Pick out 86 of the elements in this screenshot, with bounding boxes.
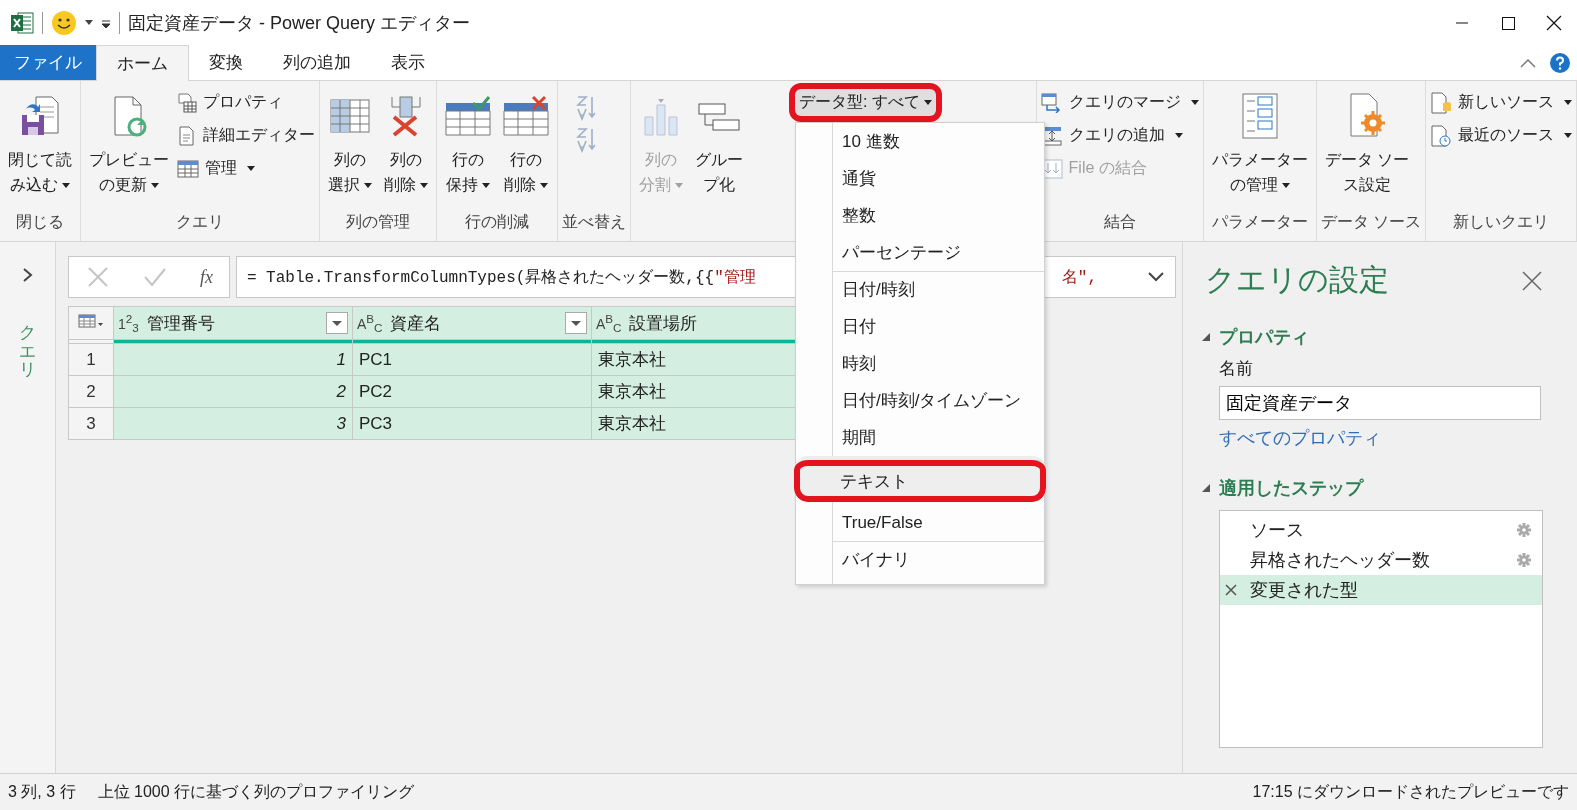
filter-dropdown-icon[interactable] (325, 312, 348, 334)
advanced-editor-icon (177, 125, 197, 146)
save-document-icon (20, 95, 60, 137)
ribbon-button[interactable]: パラメーター の管理 (1207, 89, 1312, 211)
row-number: 2 (68, 375, 114, 408)
status-text: 17:15 にダウンロードされたプレビューです (1252, 781, 1569, 802)
ribbon-button[interactable]: 詳細エディター (177, 122, 315, 149)
group-label: 並べ替え (562, 212, 626, 232)
ribbon-tab[interactable]: 表示 (371, 45, 445, 80)
status-text: 3 列, 3 行 (8, 781, 76, 802)
spreadsheet-app-icon (10, 11, 34, 34)
table-columns-icon (330, 96, 370, 136)
section-heading: 適用したステップ (1219, 477, 1363, 500)
status-text: 上位 1000 行に基づく列のプロファイリング (97, 781, 415, 802)
properties-icon (177, 92, 197, 113)
ribbon-button[interactable]: 最近のソース (1430, 122, 1572, 149)
merge-queries-icon (1040, 92, 1063, 113)
all-properties-link[interactable]: すべてのプロパティ (1219, 426, 1543, 450)
collapse-ribbon-icon[interactable] (1519, 56, 1537, 69)
ribbon-button[interactable]: 新しいソース (1430, 89, 1572, 116)
remove-rows-icon (503, 95, 549, 137)
step-item[interactable]: 昇格されたヘッダー数 (1220, 545, 1542, 575)
column-header[interactable]: A$^{B}$$_{C}$ 資産名 (352, 306, 592, 340)
ribbon-button[interactable]: グルー プ化 (691, 89, 747, 241)
group-label: クエリ (175, 212, 225, 232)
table-cell: PC2 (352, 375, 592, 408)
collapse-triangle-icon[interactable] (1201, 483, 1211, 493)
section-heading: プロパティ (1219, 326, 1309, 349)
close-icon[interactable] (1521, 269, 1543, 292)
table-menu-icon[interactable] (77, 312, 104, 329)
keep-rows-icon (445, 95, 491, 137)
customize-toolbar-icon[interactable] (101, 17, 111, 28)
ribbon-button[interactable]: 管理 (177, 155, 315, 182)
panel-title: クエリの設定 (1205, 262, 1389, 298)
expand-chevron-icon[interactable] (1147, 271, 1165, 283)
ribbon-button[interactable]: 閉じて読 み込む (4, 89, 76, 211)
ribbon-button[interactable]: データ ソー ス設定 (1320, 89, 1413, 211)
table-cell: 2 (113, 375, 353, 408)
menu-item[interactable]: 10 進数 (796, 123, 1044, 160)
table-cell: PC1 (352, 343, 592, 376)
group-label: 閉じる (15, 212, 65, 232)
filter-dropdown-icon[interactable] (564, 312, 587, 334)
step-item[interactable]: 変更された型 (1220, 575, 1542, 605)
row-number: 1 (68, 343, 114, 376)
parameters-icon (1241, 93, 1278, 139)
new-source-icon (1430, 91, 1452, 114)
ribbon-button[interactable]: クエリのマージ (1040, 89, 1199, 116)
group-label: 行の削減 (464, 212, 530, 232)
step-item[interactable]: ソース (1220, 515, 1542, 545)
smiley-icon[interactable] (51, 9, 77, 36)
function-button[interactable]: fx (200, 266, 214, 288)
ribbon-tab[interactable]: 列の追加 (263, 45, 371, 80)
menu-item[interactable]: 通貨 (796, 160, 1044, 197)
table-icon (177, 159, 199, 178)
group-label: パラメーター (1210, 212, 1309, 232)
name-field[interactable]: 固定資産データ (1219, 386, 1541, 420)
ribbon-button[interactable]: 列の 削除 (380, 89, 432, 211)
table-cell: PC3 (352, 407, 592, 440)
group-label: 結合 (1102, 212, 1137, 232)
field-label: 名前 (1219, 358, 1254, 380)
file-tab[interactable]: ファイル (0, 45, 96, 80)
menu-item[interactable]: テキスト (794, 456, 1046, 502)
window-title: 固定資産データ - Power Query エディター (128, 11, 471, 35)
table-cell: 1 (113, 343, 353, 376)
group-label: データ ソース (1320, 212, 1421, 232)
group-label: 列の管理 (345, 212, 411, 232)
delete-icon[interactable] (1224, 583, 1238, 597)
collapse-triangle-icon[interactable] (1201, 332, 1211, 342)
caret-icon[interactable] (85, 19, 93, 26)
ribbon-button[interactable]: 行の 保持 (441, 89, 495, 211)
table-cell: 3 (113, 407, 353, 440)
column-header[interactable]: 1$^{2}$$_{3}$ 管理番号 (113, 306, 353, 340)
check-icon[interactable] (142, 266, 169, 288)
ribbon-button[interactable]: プロパティ (177, 89, 315, 116)
ribbon-button[interactable]: プレビュー の更新 (85, 89, 173, 211)
ribbon-button[interactable]: 行の 削除 (499, 89, 553, 211)
recent-source-icon (1430, 124, 1452, 147)
queries-pane-label[interactable]: クエリ (18, 324, 36, 381)
help-icon[interactable] (1549, 51, 1571, 74)
menu-item[interactable]: True/False (796, 504, 1044, 541)
ribbon-button[interactable]: 列の 選択 (324, 89, 376, 211)
ribbon-tab[interactable]: 変換 (189, 45, 263, 80)
menu-item[interactable]: 整数 (796, 197, 1044, 234)
ribbon-tab[interactable]: ホーム (96, 45, 189, 81)
row-number: 3 (68, 407, 114, 440)
group-label: 新しいクエリ (1452, 212, 1550, 232)
